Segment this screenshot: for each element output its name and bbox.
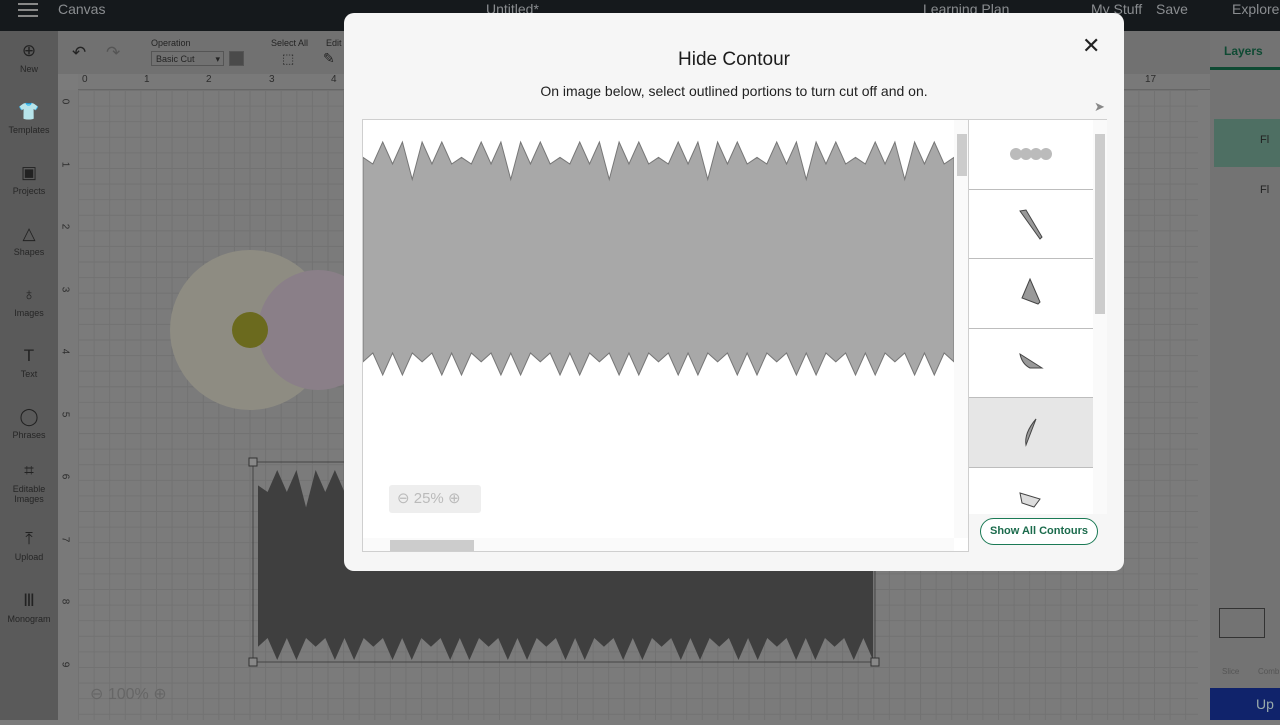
ruler-tick: 4 [59,348,71,355]
contour-item[interactable] [969,329,1093,398]
close-icon[interactable]: ✕ [1082,33,1100,59]
sidebar-item-editable-images[interactable]: ⌗ Editable Images [0,461,58,504]
dropdown-arrow-icon: ▾ [215,54,220,64]
preview-artwork [363,140,955,377]
mouse-cursor-icon: ➤ [1094,99,1105,114]
chat-icon: ◯ [19,407,39,426]
plus-circle-icon: ⊕ [21,41,37,60]
sunflower-contours[interactable] [363,140,955,377]
clipboard-icon: ▣ [20,163,38,182]
ruler-tick: 4 [331,74,337,85]
ruler-tick: 1 [144,74,150,85]
upgrade-button[interactable]: Up [1210,688,1280,720]
app-title: Canvas [58,1,106,17]
show-all-contours-button[interactable]: Show All Contours [980,518,1098,545]
sidebar-item-phrases[interactable]: ◯ Phrases [0,407,58,440]
ruler-tick: 17 [1145,74,1157,85]
dialog-title: Hide Contour [678,49,790,70]
canvas-zoom-value: 100% [107,686,149,703]
ruler-tick: 6 [59,473,71,480]
monogram-icon: Ⅲ [23,591,35,610]
ruler-tick: 0 [82,74,88,85]
hide-contour-dialog: Hide Contour On image below, select outl… [344,13,1124,571]
layer-item[interactable]: Fl [1214,169,1280,217]
edit-image-icon: ⌗ [24,461,34,480]
sidebar-item-new[interactable]: ⊕ New [0,41,58,74]
sidebar-label: Shapes [13,247,45,257]
resize-handle[interactable] [248,657,258,667]
sidebar-item-templates[interactable]: 👕 Templates [0,102,58,135]
left-sidebar: ⊕ New 👕 Templates ▣ Projects △ Shapes ♁ Image… [0,31,58,720]
sidebar-item-upload[interactable]: ⤒ Upload [0,529,58,562]
bulb-icon: ♁ [22,285,36,304]
sidebar-label: Text [20,369,38,379]
ruler-vertical: 0 1 2 3 4 5 6 7 8 9 [58,90,78,720]
operation-value: Basic Cut [156,54,195,64]
save-button[interactable]: Save [1156,1,1188,17]
operation-select[interactable]: Basic Cut ▾ [151,51,224,66]
sidebar-label: Images [14,308,44,318]
contour-list-scrollbar[interactable] [1093,120,1107,514]
contour-item[interactable] [969,120,1093,190]
upload-icon: ⤒ [25,529,33,548]
ruler-tick: 9 [59,661,71,667]
sidebar-item-images[interactable]: ♁ Images [0,285,58,318]
sidebar-item-monogram[interactable]: Ⅲ Monogram [0,591,58,624]
combine-button[interactable]: Comb [1258,667,1279,676]
ruler-tick: 7 [59,536,71,542]
sidebar-label: Projects [12,186,46,196]
contour-item[interactable] [969,468,1093,515]
sidebar-label: Phrases [12,430,46,440]
contour-list [969,119,1107,514]
shapes-icon: △ [22,224,36,243]
pencil-icon[interactable]: ✎ [323,50,335,67]
menu-icon[interactable] [18,3,38,17]
tab-layers[interactable]: Layers [1224,44,1263,58]
sidebar-label: Editable Images [12,484,46,504]
edit-label: Edit [326,38,342,48]
sidebar-item-projects[interactable]: ▣ Projects [0,163,58,196]
sidebar-item-text[interactable]: T Text [0,346,58,379]
contour-item-selected[interactable] [969,398,1093,468]
sidebar-label: Templates [8,125,50,135]
undo-icon[interactable]: ↶ [72,43,86,63]
layer-item[interactable]: Fl [1214,119,1280,167]
resize-handle[interactable] [248,457,258,467]
ruler-tick: 3 [269,74,275,85]
ruler-tick: 5 [59,411,71,417]
ruler-tick: 3 [59,286,71,292]
canvas-zoom-control[interactable]: ⊖ 100% ⊕ [90,684,167,704]
contour-item[interactable] [969,190,1093,259]
sidebar-item-shapes[interactable]: △ Shapes [0,224,58,257]
preview-zoom-control[interactable]: ⊖ 25% ⊕ [389,485,481,513]
ruler-tick: 1 [59,161,71,167]
text-icon: T [23,346,35,365]
slice-button[interactable]: Slice [1222,667,1239,676]
contour-item[interactable] [969,259,1093,329]
sidebar-label: Upload [14,552,44,562]
explore-link[interactable]: Explore [1232,1,1279,17]
ruler-tick: 2 [206,74,212,85]
preview-zoom-value: 25% [413,490,444,507]
shirt-icon: 👕 [18,102,40,121]
ruler-tick: 2 [59,223,71,230]
ruler-tick: 0 [59,98,71,105]
right-panel: Layers Fl Fl Slice Comb Up [1210,31,1280,720]
blank-canvas-swatch[interactable] [1219,608,1265,638]
redo-icon[interactable]: ↷ [106,43,120,63]
preview-horizontal-scrollbar[interactable] [363,538,954,551]
sidebar-label: Monogram [7,614,51,624]
select-all-icon[interactable]: ⬚ [282,51,294,67]
dialog-subtitle: On image below, select outlined portions… [540,83,928,99]
tab-underline [1210,67,1280,70]
operation-label: Operation [151,38,191,48]
ruler-tick: 8 [59,598,71,605]
preview-vertical-scrollbar[interactable] [954,120,968,538]
select-all-label: Select All [271,38,309,48]
contour-preview[interactable]: ⊖ 25% ⊕ [362,119,969,552]
color-swatch[interactable] [229,51,244,66]
sidebar-label: New [19,64,38,74]
resize-handle[interactable] [870,657,880,667]
